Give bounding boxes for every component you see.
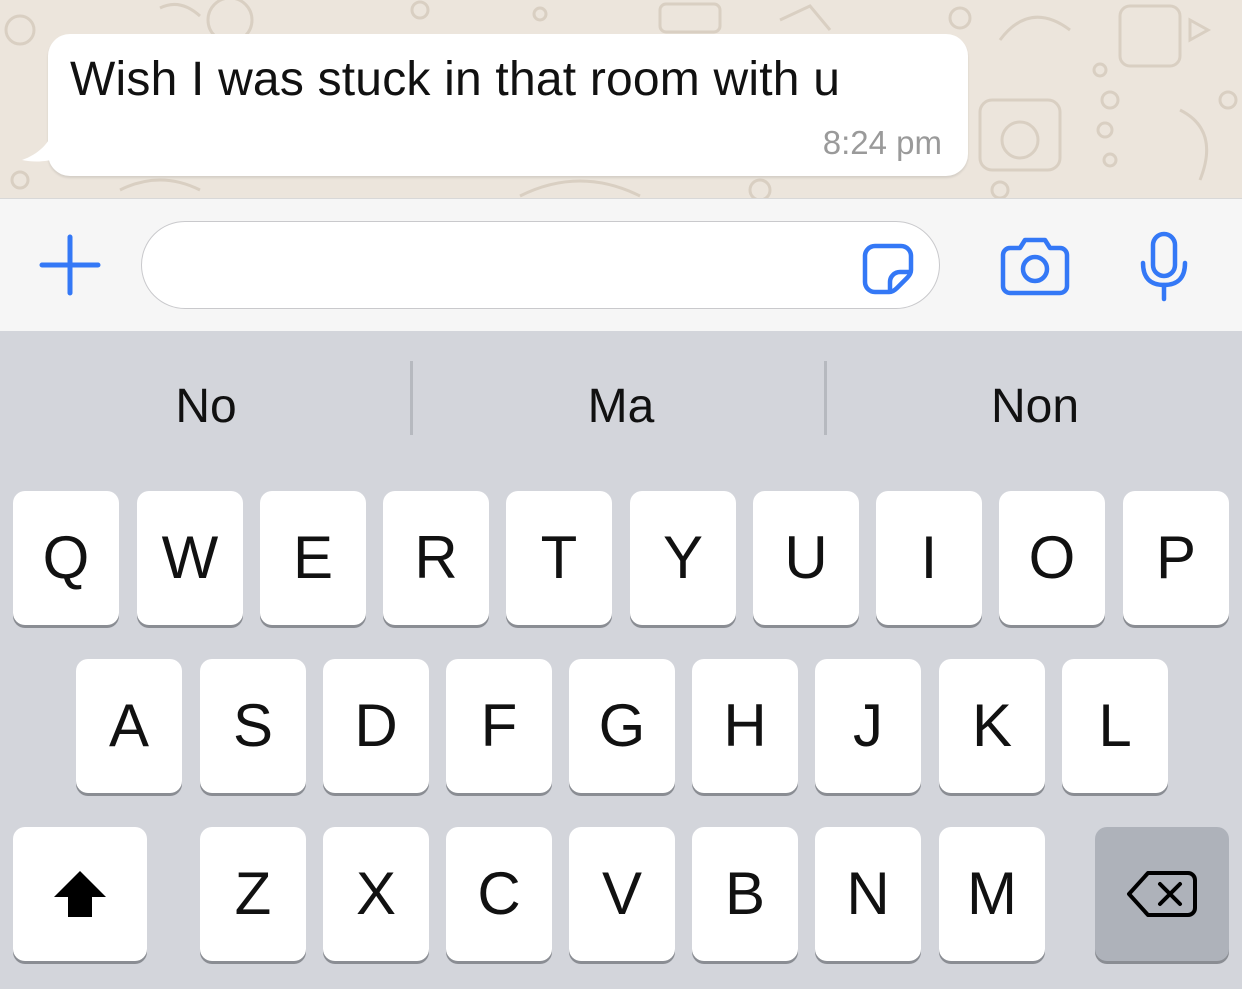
key-t[interactable]: T xyxy=(506,491,612,625)
key-label: F xyxy=(480,692,518,759)
key-j[interactable]: J xyxy=(815,659,921,793)
key-c[interactable]: C xyxy=(446,827,552,961)
keyboard: No Ma Non Q W E R T Y U I O P A S D F G … xyxy=(0,331,1242,989)
key-label: P xyxy=(1155,524,1197,591)
key-label: T xyxy=(540,524,578,591)
key-v[interactable]: V xyxy=(569,827,675,961)
key-m[interactable]: M xyxy=(939,827,1045,961)
key-label: I xyxy=(920,524,938,591)
key-label: J xyxy=(853,692,883,759)
shift-key[interactable] xyxy=(13,827,147,961)
message-timestamp: 8:24 pm xyxy=(822,124,942,161)
key-label: Z xyxy=(234,860,272,927)
key-h[interactable]: H xyxy=(692,659,798,793)
key-e[interactable]: E xyxy=(260,491,366,625)
key-a[interactable]: A xyxy=(76,659,182,793)
sticker-icon[interactable] xyxy=(861,242,915,296)
key-label: O xyxy=(1028,524,1076,591)
key-k[interactable]: K xyxy=(939,659,1045,793)
key-label: R xyxy=(414,524,458,591)
suggestion-divider xyxy=(410,361,413,435)
key-d[interactable]: D xyxy=(323,659,429,793)
key-label: W xyxy=(161,524,219,591)
key-p[interactable]: P xyxy=(1123,491,1229,625)
key-label: K xyxy=(971,692,1013,759)
key-label: E xyxy=(292,524,334,591)
camera-icon[interactable] xyxy=(1000,234,1070,296)
message-input-bar xyxy=(0,198,1242,332)
key-label: H xyxy=(723,692,767,759)
key-label: N xyxy=(846,860,890,927)
key-g[interactable]: G xyxy=(569,659,675,793)
predictive-suggestions-bar: No Ma Non xyxy=(0,331,1242,481)
key-b[interactable]: B xyxy=(692,827,798,961)
shift-icon xyxy=(54,871,106,917)
key-y[interactable]: Y xyxy=(630,491,736,625)
key-r[interactable]: R xyxy=(383,491,489,625)
key-label: A xyxy=(108,692,150,759)
delete-key[interactable] xyxy=(1095,827,1229,961)
incoming-message-bubble[interactable]: Wish I was stuck in that room with u 8:2… xyxy=(48,34,968,176)
key-l[interactable]: L xyxy=(1062,659,1168,793)
key-z[interactable]: Z xyxy=(200,827,306,961)
suggestion-2[interactable]: Ma xyxy=(421,379,821,434)
message-text-field[interactable] xyxy=(141,221,940,309)
suggestion-3[interactable]: Non xyxy=(835,379,1235,434)
key-x[interactable]: X xyxy=(323,827,429,961)
key-n[interactable]: N xyxy=(815,827,921,961)
key-q[interactable]: Q xyxy=(13,491,119,625)
message-text: Wish I was stuck in that room with u xyxy=(70,53,841,106)
suggestion-divider xyxy=(824,361,827,435)
key-label: Q xyxy=(42,524,90,591)
key-label: U xyxy=(784,524,828,591)
plus-icon[interactable] xyxy=(38,233,102,297)
key-w[interactable]: W xyxy=(137,491,243,625)
bubble-tail xyxy=(22,120,78,162)
key-label: D xyxy=(354,692,398,759)
key-s[interactable]: S xyxy=(200,659,306,793)
key-label: G xyxy=(598,692,646,759)
key-label: L xyxy=(1098,692,1132,759)
suggestion-1[interactable]: No xyxy=(6,379,406,434)
key-label: S xyxy=(232,692,274,759)
key-label: B xyxy=(724,860,766,927)
chat-area: Wish I was stuck in that room with u 8:2… xyxy=(0,0,1242,198)
key-u[interactable]: U xyxy=(753,491,859,625)
key-f[interactable]: F xyxy=(446,659,552,793)
key-label: V xyxy=(601,860,643,927)
microphone-icon[interactable] xyxy=(1138,231,1190,303)
key-label: Y xyxy=(662,524,704,591)
key-i[interactable]: I xyxy=(876,491,982,625)
key-label: M xyxy=(967,860,1017,927)
key-o[interactable]: O xyxy=(999,491,1105,625)
key-label: C xyxy=(477,860,521,927)
backspace-icon xyxy=(1127,871,1197,917)
key-label: X xyxy=(355,860,397,927)
